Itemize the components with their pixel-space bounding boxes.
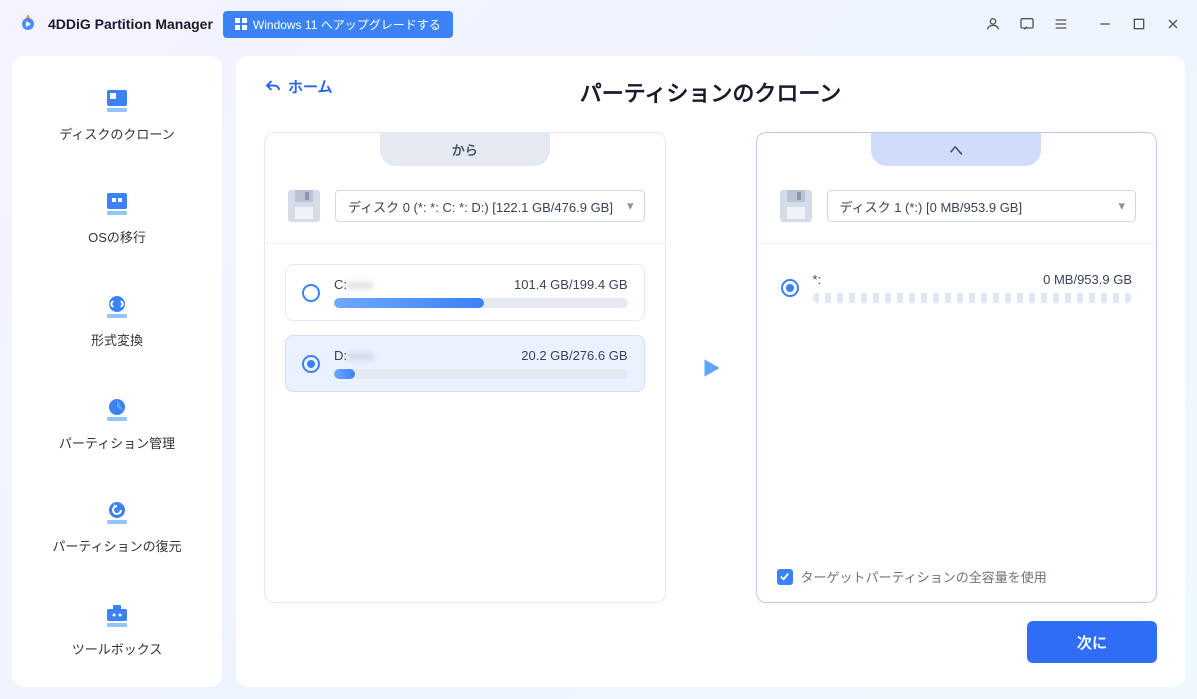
window-controls [985,16,1181,32]
partition-size: 0 MB/953.9 GB [1043,272,1132,287]
checkbox-checked-icon[interactable] [777,569,793,585]
sidebar-item-toolbox[interactable]: ツールボックス [12,589,222,668]
sidebar-item-os-migrate[interactable]: OSの移行 [12,177,222,256]
toolbox-icon [101,599,133,631]
titlebar: 4DDiG Partition Manager Windows 11 へアップグ… [0,0,1197,48]
partition-icon [101,393,133,425]
progress-bar [334,369,628,379]
target-disk-select[interactable]: ディスク 1 (*:) [0 MB/953.9 GB] [827,190,1137,222]
target-partition-list: *: 0 MB/953.9 GB [757,244,1157,551]
account-icon[interactable] [985,16,1001,32]
full-capacity-row[interactable]: ターゲットパーティションの全容量を使用 [757,551,1157,602]
target-panel: へ ディスク 1 (*:) [0 MB/953.9 GB] *: 0 MB/953… [756,132,1158,603]
main-panel: ホーム パーティションのクローン から ディスク 0 (*: *: C: *: … [236,56,1185,687]
radio-checked-icon[interactable] [302,355,320,373]
sidebar-item-label: ツールボックス [72,639,163,658]
os-migrate-icon [101,187,133,219]
floppy-icon [285,187,323,225]
source-panel: から ディスク 0 (*: *: C: *: D:) [122.1 GB/476… [264,132,666,603]
sidebar-item-label: ディスクのクローン [59,124,174,143]
arrow-icon [684,132,738,603]
floppy-icon [777,187,815,225]
minimize-icon[interactable] [1097,16,1113,32]
menu-icon[interactable] [1053,16,1069,32]
sidebar-item-label: パーティション管理 [59,433,175,452]
source-partition-list: C:xxxx101.4 GB/199.4 GB D:xxxx20.2 GB/27… [265,244,665,602]
progress-bar [334,298,628,308]
target-disk-value: ディスク 1 (*:) [0 MB/953.9 GB] [840,197,1023,216]
target-partition-0[interactable]: *: 0 MB/953.9 GB [777,264,1137,311]
source-disk-select[interactable]: ディスク 0 (*: *: C: *: D:) [122.1 GB/476.9 … [335,190,645,222]
recover-icon [101,496,133,528]
sidebar-item-partition-recover[interactable]: パーティションの復元 [12,486,222,565]
sidebar-item-label: 形式変換 [91,330,143,349]
source-disk-value: ディスク 0 (*: *: C: *: D:) [122.1 GB/476.9 … [348,197,613,216]
breadcrumb-home[interactable]: ホーム [264,76,333,97]
radio-checked-icon[interactable] [781,279,799,297]
convert-icon [101,290,133,322]
app-title: 4DDiG Partition Manager [48,16,213,32]
partition-size: 101.4 GB/199.4 GB [514,277,627,292]
partition-name: *: [813,272,822,287]
partition-size: 20.2 GB/276.6 GB [521,348,627,363]
sidebar-item-disk-clone[interactable]: ディスクのクローン [12,74,222,153]
radio-unchecked-icon[interactable] [302,284,320,302]
source-tab-label: から [380,132,550,166]
sidebar-item-format-convert[interactable]: 形式変換 [12,280,222,359]
sidebar-item-partition-manage[interactable]: パーティション管理 [12,383,222,462]
upgrade-label: Windows 11 へアップグレードする [253,16,441,33]
disk-clone-icon [101,84,133,116]
sidebar: ディスクのクローン OSの移行 形式変換 パーティション管理 パーティションの復… [12,56,222,687]
app-logo: 4DDiG Partition Manager [16,12,213,36]
page-title: パーティションのクローン [264,76,1157,108]
target-tab-label: へ [871,132,1041,166]
close-icon[interactable] [1165,16,1181,32]
sidebar-item-label: OSの移行 [88,227,146,246]
breadcrumb-label: ホーム [288,76,333,97]
sidebar-item-label: パーティションの復元 [52,536,181,555]
source-partition-1[interactable]: D:xxxx20.2 GB/276.6 GB [285,335,645,392]
logo-icon [16,12,40,36]
feedback-icon[interactable] [1019,16,1035,32]
full-capacity-label: ターゲットパーティションの全容量を使用 [801,567,1047,586]
upgrade-button[interactable]: Windows 11 へアップグレードする [223,11,453,38]
maximize-icon[interactable] [1131,16,1147,32]
progress-bar [813,293,1133,303]
source-partition-0[interactable]: C:xxxx101.4 GB/199.4 GB [285,264,645,321]
next-button[interactable]: 次に [1027,621,1157,663]
back-arrow-icon [264,78,282,96]
windows-icon [235,18,247,30]
